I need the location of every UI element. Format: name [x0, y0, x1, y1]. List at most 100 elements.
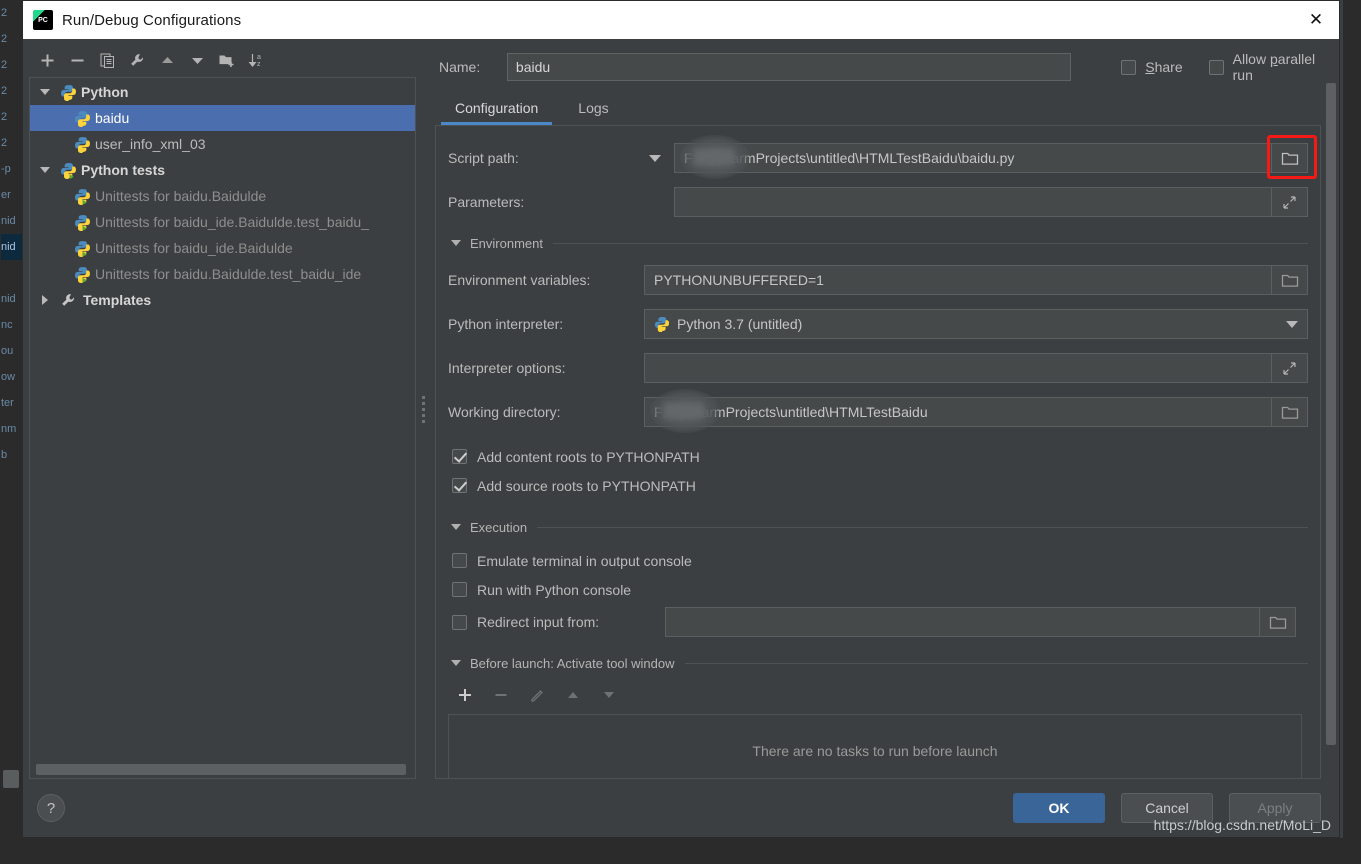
pycharm-logo-icon: PC — [33, 10, 53, 30]
interpreter-options-input[interactable] — [644, 353, 1272, 383]
svg-text:z: z — [257, 61, 261, 68]
execution-collapse-icon[interactable] — [448, 524, 464, 530]
script-path-input[interactable]: F: PycharmProjects\untitled\HTMLTestBaid… — [674, 143, 1272, 173]
move-up-button[interactable] — [153, 47, 181, 73]
add-source-roots-checkbox[interactable] — [452, 478, 467, 493]
remove-task-button — [486, 681, 516, 709]
run-debug-configurations-dialog: PC Run/Debug Configurations ✕ a z Python… — [22, 0, 1340, 838]
run-with-python-console-row[interactable]: Run with Python console — [436, 575, 1320, 604]
working-directory-input[interactable]: F: PycharmProjects\untitled\HTMLTestBaid… — [644, 397, 1272, 427]
add-source-roots-row[interactable]: Add source roots to PYTHONPATH — [436, 471, 1320, 500]
python-test-icon — [75, 214, 90, 231]
environment-variables-field-wrap: PYTHONUNBUFFERED=1 — [644, 265, 1308, 295]
gutter-line: 2 — [1, 59, 8, 71]
parameters-input[interactable] — [674, 187, 1272, 217]
share-checkbox[interactable] — [1121, 59, 1137, 75]
configuration-form: Script path: F: PycharmProjects\untitled… — [435, 125, 1321, 779]
gutter-line: ter — [1, 397, 14, 409]
tree-node-label: Unittests for baidu_ide.Baidulde — [95, 240, 293, 256]
before-launch-collapse-icon[interactable] — [448, 660, 464, 666]
tree-node-label: Python tests — [81, 162, 166, 178]
gutter-line: ou — [1, 345, 14, 357]
section-divider — [537, 526, 1308, 528]
environment-collapse-icon[interactable] — [448, 240, 464, 246]
add-task-button[interactable] — [450, 681, 480, 709]
remove-configuration-button[interactable] — [63, 47, 91, 73]
section-divider — [684, 662, 1308, 664]
gutter-line: 2 — [1, 33, 8, 45]
tab-configuration[interactable]: Configuration — [435, 91, 558, 125]
tree-node-unittest-4[interactable]: Unittests for baidu.Baidulde.test_baidu_… — [30, 261, 415, 287]
dialog-footer: ? OK Cancel Apply https://blog.csdn.net/… — [23, 779, 1339, 837]
redirect-input-row[interactable]: Redirect input from: — [436, 604, 1320, 640]
before-launch-title: Before launch: Activate tool window — [470, 655, 675, 671]
share-checkbox-row[interactable]: Share — [1121, 59, 1183, 75]
ok-button[interactable]: OK — [1013, 793, 1105, 823]
form-vertical-scrollbar[interactable] — [1326, 83, 1336, 767]
working-directory-browse-button[interactable] — [1272, 397, 1308, 427]
expand-arrow-icon[interactable] — [38, 163, 52, 177]
interpreter-options-label: Interpreter options: — [448, 360, 566, 376]
tree-node-python[interactable]: Python — [30, 79, 415, 105]
tree-node-unittest-3[interactable]: Unittests for baidu_ide.Baidulde — [30, 235, 415, 261]
edit-templates-wrench-icon[interactable] — [123, 47, 151, 73]
environment-variables-browse-button[interactable] — [1272, 265, 1308, 295]
redirect-input-field[interactable] — [665, 607, 1260, 637]
tree-node-unittest-2[interactable]: Unittests for baidu_ide.Baidulde.test_ba… — [30, 209, 415, 235]
tree-node-user-info-xml-03[interactable]: user_info_xml_03 — [30, 131, 415, 157]
tree-node-python-tests[interactable]: Python tests — [30, 157, 415, 183]
emulate-terminal-checkbox[interactable] — [452, 553, 467, 568]
script-path-mode-dropdown-icon[interactable] — [644, 155, 666, 162]
python-test-icon — [75, 188, 90, 205]
chevron-down-icon[interactable] — [1286, 320, 1298, 328]
new-folder-button[interactable] — [213, 47, 241, 73]
name-input[interactable] — [506, 53, 1072, 81]
run-with-python-console-checkbox[interactable] — [452, 582, 467, 597]
tree-node-templates[interactable]: Templates — [30, 287, 415, 313]
tree-node-label: Unittests for baidu_ide.Baidulde.test_ba… — [95, 214, 369, 230]
tab-logs[interactable]: Logs — [558, 91, 628, 125]
allow-parallel-run-checkbox-row[interactable]: Allow parallel run — [1208, 51, 1339, 83]
close-icon[interactable]: ✕ — [1293, 1, 1339, 39]
configurations-tree[interactable]: Python baidu user_info_xml_03 Python tes… — [29, 77, 416, 779]
add-content-roots-label: Add content roots to PYTHONPATH — [477, 448, 700, 465]
allow-parallel-run-checkbox[interactable] — [1208, 59, 1224, 75]
gutter-line: nc — [1, 319, 13, 331]
add-configuration-button[interactable] — [33, 47, 61, 73]
parameters-expand-button[interactable] — [1272, 187, 1308, 217]
redirect-input-browse-button[interactable] — [1260, 607, 1296, 637]
before-launch-header: Before launch: Activate tool window — [436, 648, 1320, 678]
tree-node-label: Unittests for baidu.Baidulde.test_baidu_… — [95, 266, 362, 282]
redirect-input-checkbox[interactable] — [452, 614, 467, 630]
emulate-terminal-row[interactable]: Emulate terminal in output console — [436, 546, 1320, 575]
tree-horizontal-scrollbar[interactable] — [30, 762, 415, 778]
gutter-line: 2 — [1, 137, 8, 149]
script-path-browse-button[interactable] — [1272, 143, 1308, 173]
folder-open-icon — [1281, 406, 1298, 419]
python-icon — [75, 136, 90, 153]
python-interpreter-field-wrap: Python 3.7 (untitled) — [644, 309, 1308, 339]
form-scrollbar-thumb[interactable] — [1326, 83, 1336, 745]
tree-node-baidu[interactable]: baidu — [30, 105, 415, 131]
python-interpreter-select[interactable]: Python 3.7 (untitled) — [644, 309, 1308, 339]
gutter-line: 2 — [1, 7, 8, 19]
panel-splitter[interactable] — [417, 39, 429, 779]
configuration-editor-panel: Name: Share Allow parallel run Configura… — [429, 39, 1339, 779]
help-button[interactable]: ? — [37, 794, 65, 822]
tree-node-unittest-1[interactable]: Unittests for baidu.Baidulde — [30, 183, 415, 209]
before-launch-toolbar — [436, 678, 1320, 712]
add-content-roots-row[interactable]: Add content roots to PYTHONPATH — [436, 442, 1320, 471]
expand-arrow-icon[interactable] — [38, 85, 52, 99]
sort-az-icon[interactable]: a z — [243, 47, 271, 73]
background-scrollbar — [3, 770, 19, 788]
interpreter-options-expand-button[interactable] — [1272, 353, 1308, 383]
collapse-arrow-icon[interactable] — [38, 293, 52, 307]
add-content-roots-checkbox[interactable] — [452, 449, 467, 464]
python-icon — [61, 84, 76, 101]
before-launch-task-list[interactable]: There are no tasks to run before launch — [448, 714, 1302, 778]
move-down-button[interactable] — [183, 47, 211, 73]
script-path-row: Script path: F: PycharmProjects\untitled… — [436, 135, 1320, 180]
copy-configuration-button[interactable] — [93, 47, 121, 73]
environment-variables-input[interactable]: PYTHONUNBUFFERED=1 — [644, 265, 1272, 295]
tree-scrollbar-thumb[interactable] — [36, 764, 406, 775]
